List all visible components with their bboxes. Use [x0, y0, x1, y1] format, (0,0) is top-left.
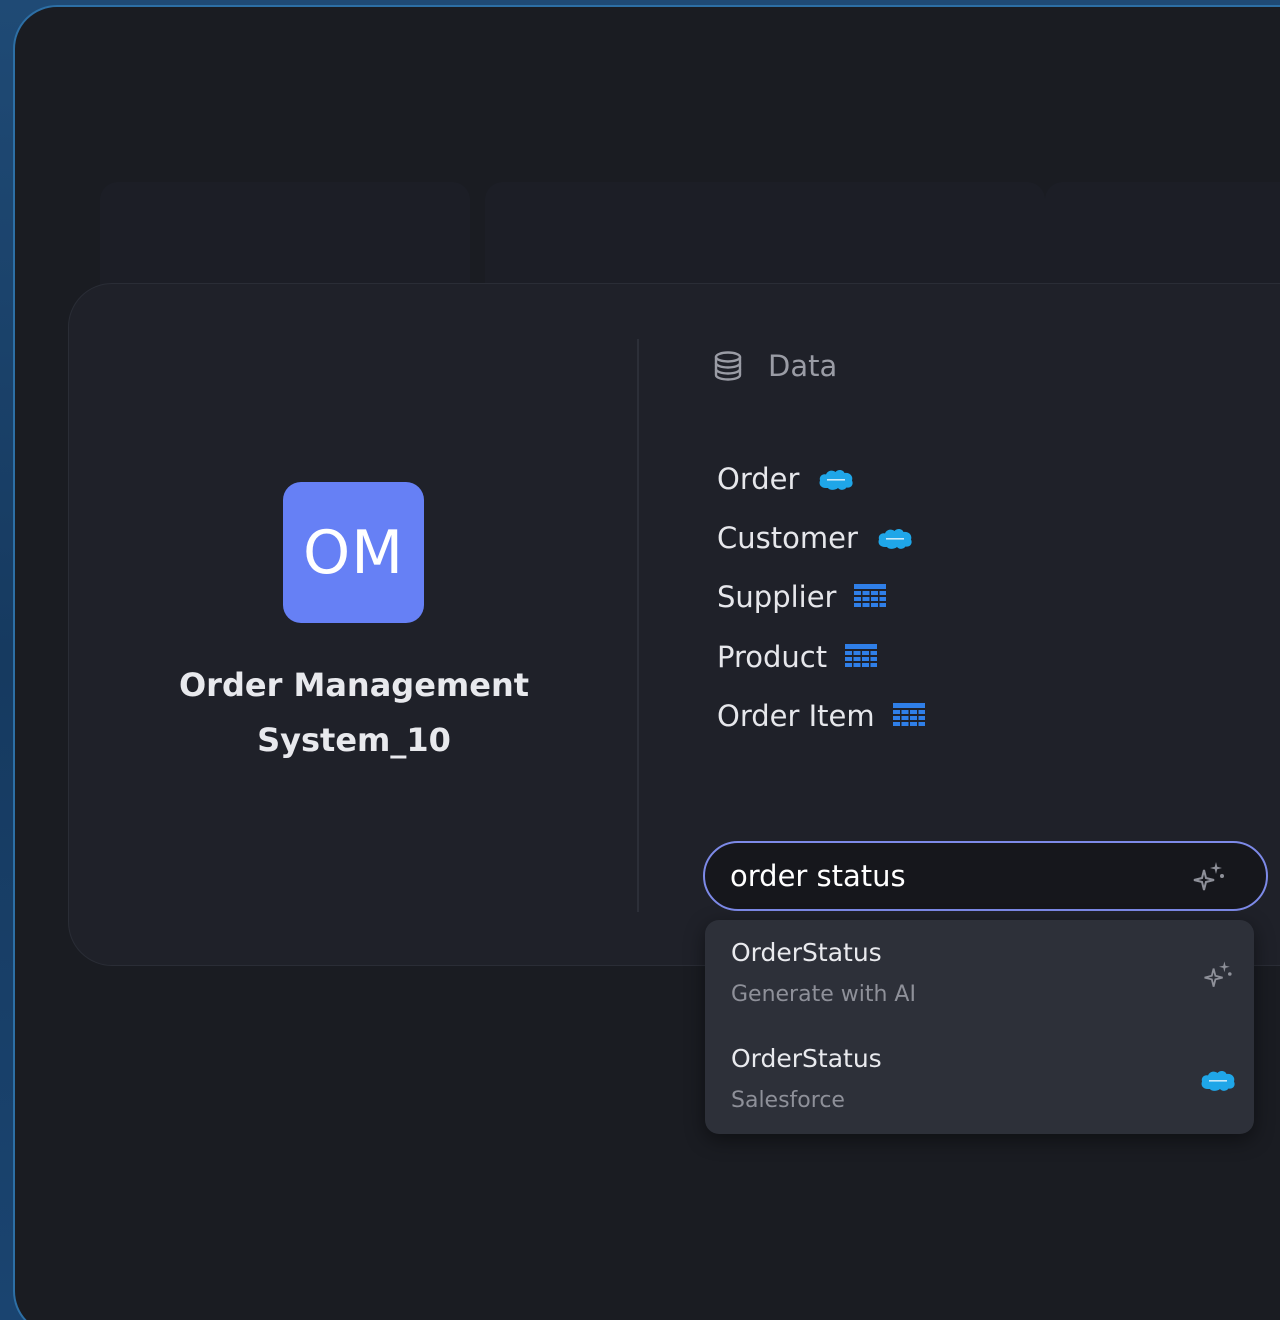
app-window: OM Order Management System_10 Data Order	[13, 5, 1280, 1320]
suggestion-salesforce[interactable]: OrderStatus Salesforce	[705, 1026, 1254, 1132]
salesforce-cloud-icon	[819, 469, 854, 490]
panel-divider	[637, 339, 639, 912]
suggestion-subtitle: Generate with AI	[731, 982, 916, 1007]
salesforce-cloud-icon	[1201, 1071, 1235, 1091]
entity-label: Supplier	[717, 580, 837, 615]
entity-label: Customer	[717, 520, 858, 555]
entity-label: Order Item	[717, 698, 875, 733]
app-name: Order Management System_10	[178, 666, 530, 759]
table-grid-icon	[845, 643, 878, 667]
entity-list: Order Customer Supplier Product Order It…	[717, 439, 925, 755]
data-section-header: Data	[712, 346, 837, 386]
entity-search-box[interactable]	[703, 841, 1268, 911]
ai-sparkle-icon	[1204, 961, 1232, 987]
ai-sparkle-icon[interactable]	[1190, 856, 1230, 896]
suggestion-dropdown: OrderStatus Generate with AI OrderStatus…	[705, 920, 1254, 1134]
entity-item-order-item[interactable]: Order Item	[717, 676, 925, 755]
suggestion-title: OrderStatus	[731, 938, 882, 967]
system-summary: OM Order Management System_10	[69, 284, 639, 967]
app-avatar: OM	[283, 482, 424, 623]
suggestion-generate-ai[interactable]: OrderStatus Generate with AI	[705, 920, 1254, 1026]
suggestion-subtitle: Salesforce	[731, 1088, 845, 1113]
entity-search-input[interactable]	[730, 859, 1190, 893]
table-grid-icon	[854, 584, 887, 608]
suggestion-title: OrderStatus	[731, 1044, 882, 1073]
database-icon	[714, 351, 742, 381]
data-section-title: Data	[768, 349, 838, 383]
salesforce-cloud-icon	[878, 528, 912, 549]
app-frame: OM Order Management System_10 Data Order	[0, 0, 1280, 1320]
entity-label: Product	[717, 639, 828, 674]
table-grid-icon	[892, 702, 925, 726]
system-card: OM Order Management System_10 Data Order	[68, 283, 1280, 966]
entity-label: Order	[717, 461, 800, 496]
